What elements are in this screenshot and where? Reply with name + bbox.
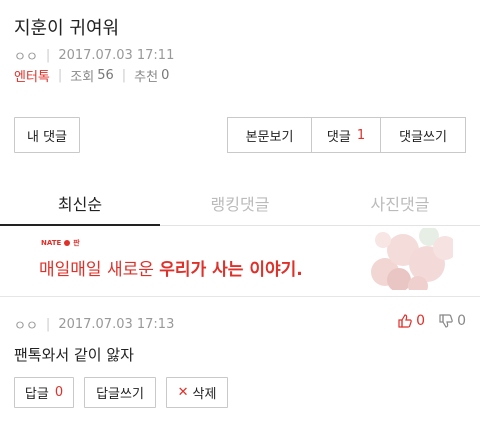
upvote-button[interactable]: 0 (398, 313, 425, 329)
post-meta: ㅇㅇ | 2017.07.03 17:11 (14, 46, 174, 65)
comments-label: 댓글 (326, 129, 351, 145)
upvote-count: 0 (416, 313, 426, 329)
brand-name: NATE (41, 239, 62, 247)
tab-photo[interactable]: 사진댓글 (320, 180, 480, 225)
view-post-label: 본문보기 (245, 129, 294, 145)
views-label: 조회 (70, 70, 95, 85)
comment-meta: ㅇㅇ | 2017.07.03 17:13 (14, 315, 174, 334)
write-comment-label: 댓글쓰기 (399, 129, 447, 145)
section-divider (0, 296, 480, 297)
my-comments-button[interactable]: 내 댓글 (14, 117, 80, 153)
recommend-count: 0 (161, 68, 170, 83)
post-stats: 엔터톡 | 조회 56 | 추천 0 (14, 66, 169, 85)
write-reply-button[interactable]: 답글쓰기 (84, 377, 156, 408)
balloons-illustration (371, 228, 453, 290)
meta-separator: | (121, 68, 127, 83)
brand-dot-icon (64, 240, 71, 246)
view-post-button[interactable]: 본문보기 (228, 118, 312, 152)
downvote-button[interactable]: 0 (439, 313, 466, 329)
nate-pann-banner[interactable]: NATE 판 매일매일 새로운 우리가 사는 이야기. (27, 228, 453, 290)
views-count: 56 (97, 68, 114, 83)
banner-slogan: 매일매일 새로운 우리가 사는 이야기. (39, 255, 303, 280)
post-action-group: 본문보기 댓글 1 댓글쓰기 (227, 117, 466, 153)
comment-sort-tabs: 최신순 랭킹댓글 사진댓글 (0, 180, 480, 226)
slogan-bold: 우리가 사는 이야기. (159, 260, 303, 280)
thumbs-up-icon (398, 314, 412, 328)
slogan-plain: 매일매일 새로운 (39, 260, 160, 280)
post-datetime: 2017.07.03 17:11 (58, 48, 175, 63)
reply-count: 0 (54, 385, 64, 400)
comment-datetime: 2017.07.03 17:13 (58, 317, 175, 332)
post-author: ㅇㅇ (14, 50, 38, 65)
delete-label: 삭제 (192, 387, 217, 402)
my-comments-label: 내 댓글 (26, 129, 67, 145)
tab-latest[interactable]: 최신순 (0, 180, 160, 226)
brand-sub: 판 (73, 239, 80, 247)
reply-button[interactable]: 답글 0 (14, 377, 74, 408)
meta-separator: | (45, 48, 51, 63)
meta-separator: | (57, 68, 63, 83)
downvote-count: 0 (457, 313, 466, 329)
write-reply-label: 답글쓰기 (96, 387, 144, 402)
meta-separator: | (45, 317, 51, 332)
post-category[interactable]: 엔터톡 (14, 66, 50, 85)
thumbs-down-icon (439, 314, 453, 328)
banner-brand: NATE 판 (41, 238, 80, 248)
comments-button[interactable]: 댓글 1 (312, 118, 381, 152)
comment-author: ㅇㅇ (14, 319, 38, 334)
recommend-label: 추천 (134, 70, 159, 85)
reply-label: 답글 (24, 387, 49, 402)
write-comment-button[interactable]: 댓글쓰기 (381, 118, 465, 152)
delete-button[interactable]: ✕ 삭제 (166, 377, 228, 408)
close-icon: ✕ (177, 385, 189, 400)
tab-ranking[interactable]: 랭킹댓글 (160, 180, 320, 225)
comments-count: 1 (356, 127, 366, 143)
post-title: 지훈이 귀여워 (14, 18, 120, 39)
comment-votes: 0 0 (384, 313, 466, 329)
comment-text: 팬톡와서 같이 앓자 (14, 346, 134, 364)
